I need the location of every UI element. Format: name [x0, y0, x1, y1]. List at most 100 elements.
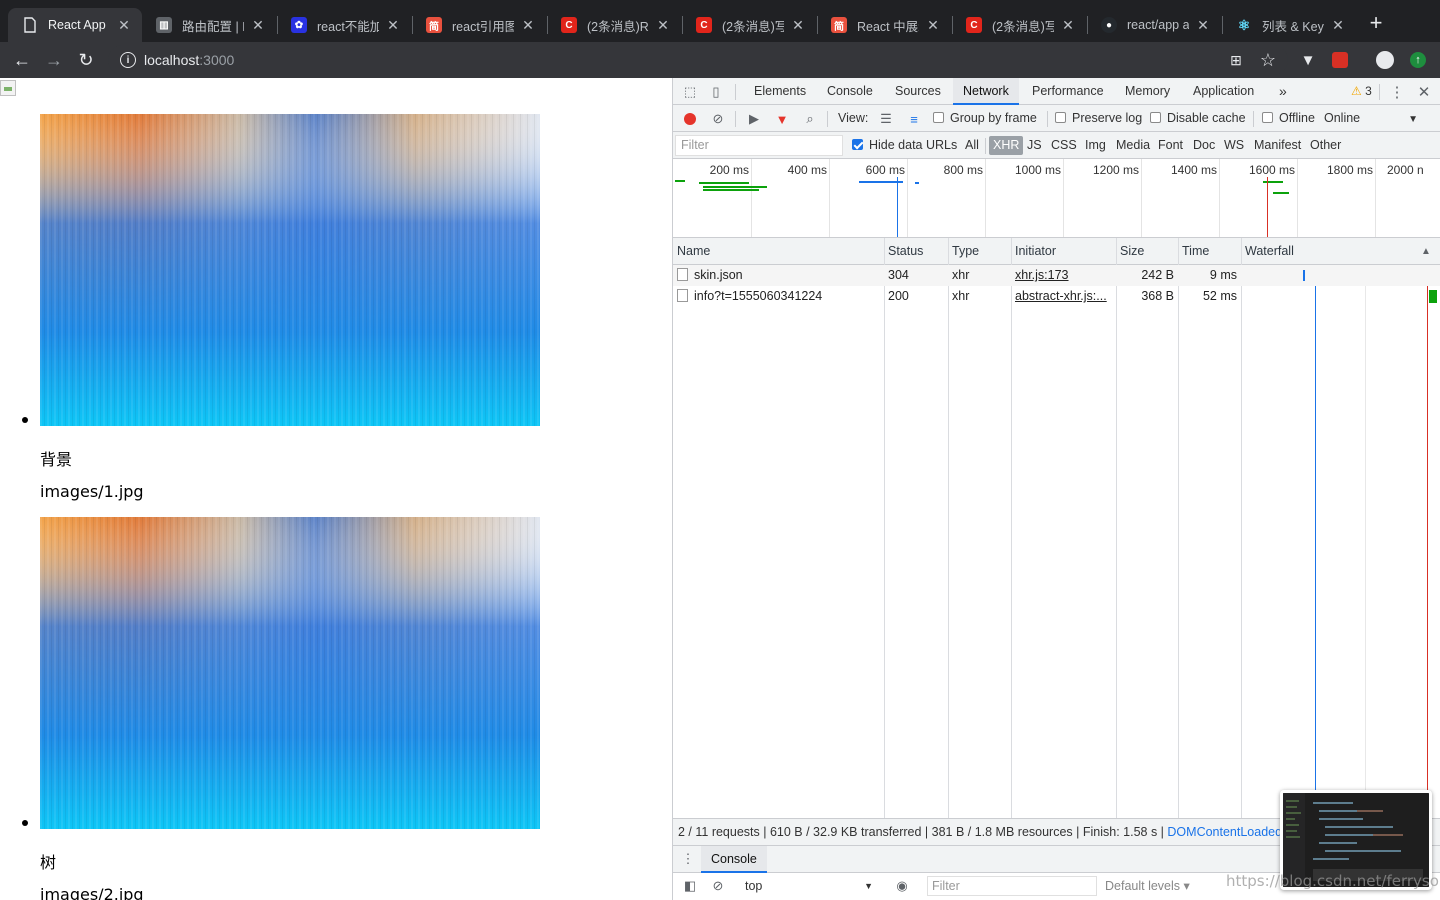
more-tabs-button[interactable]: » [1269, 78, 1297, 105]
hide-data-urls-checkbox[interactable]: Hide data URLs [852, 132, 957, 159]
browser-tab-react-app[interactable]: React App ✕ [8, 8, 142, 42]
filter-type-xhr[interactable]: XHR [989, 136, 1024, 155]
drawer-tab-console[interactable]: Console [701, 846, 767, 873]
drawer-menu-icon[interactable]: ⋮ [679, 850, 697, 868]
column-header-time[interactable]: Time [1178, 238, 1241, 265]
record-icon[interactable] [681, 110, 699, 128]
browser-tab-5[interactable]: C (2条消息)Re ✕ [547, 8, 681, 42]
update-arrow-icon[interactable]: ↑ [1406, 48, 1430, 72]
device-toolbar-icon[interactable]: ▯ [707, 83, 725, 101]
close-icon[interactable]: ✕ [385, 17, 401, 33]
close-icon[interactable]: ✕ [655, 17, 671, 33]
translate-icon[interactable]: ⊞ [1224, 48, 1248, 72]
disable-cache-checkbox[interactable]: Disable cache [1150, 105, 1246, 132]
filter-type-all[interactable]: All [961, 136, 983, 155]
close-icon[interactable]: ✕ [790, 17, 806, 33]
context-select[interactable]: top ▼ [739, 876, 879, 896]
bookmark-star-icon[interactable]: ☆ [1256, 48, 1280, 72]
console-filter-input[interactable]: Filter [927, 876, 1097, 896]
sidebar-toggle-icon[interactable]: ◧ [681, 877, 699, 895]
network-overview-timeline[interactable]: 200 ms 400 ms 600 ms 800 ms 1000 ms 1200… [673, 159, 1440, 238]
filter-type-font[interactable]: Font [1154, 136, 1187, 155]
eye-icon[interactable]: ◉ [893, 877, 911, 895]
column-divider[interactable] [884, 238, 885, 818]
column-header-status[interactable]: Status [884, 238, 948, 265]
back-arrow-icon[interactable]: ← [10, 48, 34, 72]
devtools-tab-network[interactable]: Network [953, 78, 1019, 105]
browser-tab-8[interactable]: C (2条消息)写 ✕ [952, 8, 1086, 42]
kebab-menu-icon[interactable]: ⋮ [1388, 83, 1406, 101]
profile-avatar-icon[interactable] [1373, 48, 1397, 72]
table-row[interactable]: info?t=1555060341224 200 xhr abstract-xh… [673, 286, 1440, 307]
large-rows-icon[interactable]: ☰ [877, 110, 895, 128]
offline-checkbox[interactable]: Offline [1262, 105, 1315, 132]
filter-type-media[interactable]: Media [1112, 136, 1154, 155]
request-initiator-link[interactable]: xhr.js:173 [1011, 265, 1116, 286]
clear-icon[interactable]: ⊘ [709, 110, 727, 128]
column-divider[interactable] [1011, 238, 1012, 818]
forward-arrow-icon[interactable]: → [42, 48, 66, 72]
reload-icon[interactable]: ↻ [74, 48, 98, 72]
browser-tab-4[interactable]: 简 react引用图 ✕ [412, 8, 546, 42]
column-header-initiator[interactable]: Initiator [1011, 238, 1116, 265]
filter-funnel-icon[interactable]: ▼ [773, 110, 791, 128]
devtools-tab-sources[interactable]: Sources [885, 78, 951, 105]
request-name[interactable]: info?t=1555060341224 [673, 286, 884, 307]
filter-type-manifest[interactable]: Manifest [1250, 136, 1305, 155]
close-devtools-icon[interactable]: ✕ [1415, 83, 1433, 101]
close-icon[interactable]: ✕ [925, 17, 941, 33]
sort-ascending-icon[interactable]: ▲ [1421, 238, 1431, 265]
column-divider[interactable] [1116, 238, 1117, 818]
browser-tab-7[interactable]: 简 React 中展示 ✕ [817, 8, 951, 42]
capture-screenshots-icon[interactable]: ▶ [745, 110, 763, 128]
column-divider[interactable] [948, 238, 949, 818]
close-icon[interactable]: ✕ [1330, 17, 1346, 33]
column-divider[interactable] [1178, 238, 1179, 818]
address-bar[interactable]: i localhost:3000 [108, 45, 1288, 75]
info-icon[interactable]: i [120, 52, 136, 68]
filter-type-other[interactable]: Other [1306, 136, 1345, 155]
broken-image-icon [0, 80, 16, 96]
browser-tab-9[interactable]: ● react/app at ✕ [1087, 8, 1221, 42]
filter-input[interactable]: Filter [675, 135, 843, 156]
filter-type-css[interactable]: CSS [1047, 136, 1081, 155]
filter-type-doc[interactable]: Doc [1189, 136, 1219, 155]
clear-console-icon[interactable]: ⊘ [709, 877, 727, 895]
browser-tab-2[interactable]: ▥ 路由配置 | R ✕ [142, 8, 276, 42]
table-row[interactable]: skin.json 304 xhr xhr.js:173 242 B 9 ms [673, 265, 1440, 286]
request-initiator-link[interactable]: abstract-xhr.js:... [1011, 286, 1116, 307]
close-icon[interactable]: ✕ [1195, 17, 1211, 33]
devtools-tab-console[interactable]: Console [817, 78, 883, 105]
column-divider[interactable] [1241, 238, 1242, 818]
filter-type-img[interactable]: Img [1081, 136, 1110, 155]
filter-type-js[interactable]: JS [1023, 136, 1046, 155]
column-header-name[interactable]: Name [673, 238, 884, 265]
devtools-tab-performance[interactable]: Performance [1022, 78, 1114, 105]
devtools-tab-elements[interactable]: Elements [744, 78, 816, 105]
browser-tab-3[interactable]: ✿ react不能加 ✕ [277, 8, 411, 42]
preserve-log-checkbox[interactable]: Preserve log [1055, 105, 1142, 132]
group-by-frame-checkbox[interactable]: Group by frame [933, 105, 1037, 132]
close-icon[interactable]: ✕ [1060, 17, 1076, 33]
devtools-tab-application[interactable]: Application [1183, 78, 1264, 105]
warnings-counter[interactable]: ⚠ 3 [1351, 78, 1372, 105]
close-icon[interactable]: ✕ [520, 17, 536, 33]
column-header-size[interactable]: Size [1116, 238, 1178, 265]
throttling-select[interactable]: Online ▼ [1324, 105, 1418, 132]
filter-type-ws[interactable]: WS [1220, 136, 1248, 155]
column-header-type[interactable]: Type [948, 238, 1011, 265]
column-header-waterfall[interactable]: Waterfall [1241, 238, 1440, 265]
close-icon[interactable]: ✕ [250, 17, 266, 33]
show-overview-icon[interactable]: ≡ [905, 110, 923, 128]
devtools-tab-memory[interactable]: Memory [1115, 78, 1180, 105]
inspect-element-icon[interactable]: ⬚ [681, 83, 699, 101]
log-levels-select[interactable]: Default levels ▾ [1105, 876, 1190, 896]
new-tab-button[interactable]: + [1364, 12, 1388, 36]
browser-tab-6[interactable]: C (2条消息)写 ✕ [682, 8, 816, 42]
extension-icon[interactable] [1328, 48, 1352, 72]
vue-devtools-extension-icon[interactable]: ▼ [1296, 48, 1320, 72]
request-name[interactable]: skin.json [673, 265, 884, 286]
search-icon[interactable]: ⌕ [801, 110, 819, 128]
browser-tab-10[interactable]: ⚛ 列表 & Keys ✕ [1222, 8, 1356, 42]
close-icon[interactable]: ✕ [116, 17, 132, 33]
